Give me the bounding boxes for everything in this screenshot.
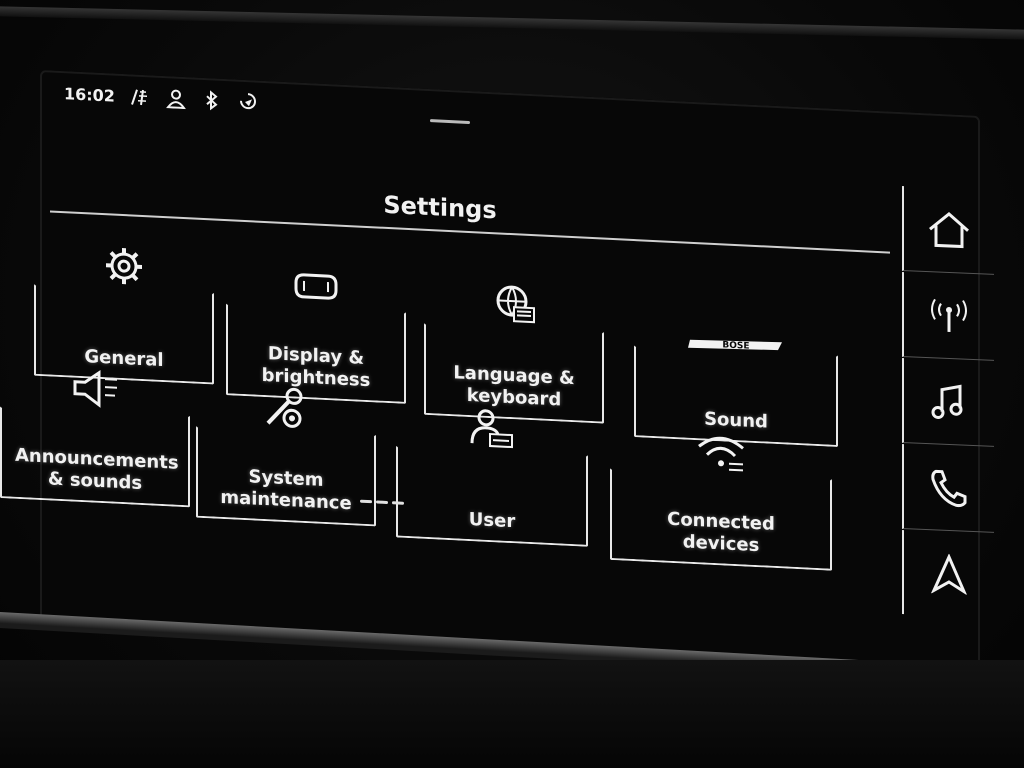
tile-display-brightness[interactable]: Display & brightness [226, 273, 406, 404]
tile-announcements-sounds[interactable]: Announcements & sounds [0, 370, 190, 508]
user-icon [470, 409, 513, 449]
page-dot [376, 500, 388, 505]
radio-icon [931, 298, 967, 333]
rail-radio-button[interactable] [902, 272, 994, 361]
display-icon [294, 273, 338, 300]
page-title: Settings [383, 190, 497, 225]
side-rail [902, 186, 1020, 661]
infotainment-screen: 16:02 Settings General Display & brightn… [0, 70, 980, 676]
bose-logo: BOSE [688, 339, 782, 352]
home-icon [929, 212, 969, 249]
phone-icon [931, 469, 967, 508]
gear-icon [106, 248, 142, 285]
traffic-data-icon [130, 89, 147, 106]
page-dot [392, 501, 404, 505]
tile-connected-devices[interactable]: Connected devices [610, 436, 832, 571]
tile-system-maintenance[interactable]: System maintenance [196, 387, 376, 527]
location-share-icon [239, 93, 256, 110]
rail-home-button[interactable] [902, 186, 994, 275]
rail-navigation-button[interactable] [902, 530, 994, 618]
rail-phone-button[interactable] [902, 444, 994, 533]
tile-announcements-sounds-label: Announcements & sounds [15, 444, 179, 494]
status-bar: 16:02 [64, 83, 259, 113]
page-dot [360, 499, 372, 504]
music-note-icon [931, 384, 963, 420]
tile-general-label: General [84, 346, 164, 372]
wifi-device-icon [698, 436, 744, 472]
svg-text:BOSE: BOSE [722, 340, 749, 351]
navigation-arrow-icon [930, 553, 968, 595]
user-profile-icon [165, 89, 186, 110]
tile-general[interactable]: General [34, 248, 214, 385]
clock: 16:02 [64, 83, 115, 106]
tile-user[interactable]: User [396, 409, 588, 547]
bluetooth-icon [206, 90, 218, 111]
speaker-icon [73, 370, 117, 408]
tile-user-label: User [468, 508, 516, 533]
globe-keyboard-icon [496, 285, 535, 324]
wrench-gear-icon [266, 387, 303, 428]
pull-down-handle[interactable] [430, 119, 470, 125]
tile-system-maintenance-label: System maintenance [220, 466, 352, 515]
center-console [0, 660, 1024, 768]
rail-media-button[interactable] [902, 358, 994, 447]
tile-connected-devices-label: Connected devices [667, 508, 775, 557]
